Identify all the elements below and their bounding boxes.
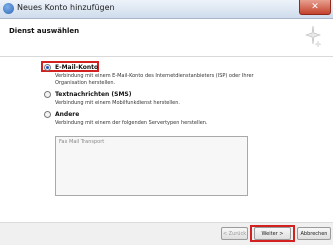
outlook-app-icon [3,3,14,14]
radio-other[interactable] [44,111,51,118]
wizard-content: E-Mail-Konto Verbindung mit einem E-Mail… [0,57,333,222]
window-title: Neues Konto hinzufügen [17,3,115,12]
next-button[interactable]: Weiter > [254,227,291,240]
add-account-dialog: Neues Konto hinzufügen ✕ Dienst auswähle… [0,0,333,245]
back-button[interactable]: < Zurück [221,227,248,240]
option-other-label: Andere [55,111,80,118]
radio-sms[interactable] [44,91,51,98]
option-sms-label: Textnachrichten (SMS) [55,91,132,98]
server-type-list[interactable]: Fax Mail Transport [55,136,248,196]
option-email-label: E-Mail-Konto [55,64,99,71]
option-sms-description: Verbindung mit einem Mobilfunkdienst her… [55,100,180,106]
sparkle-icon [305,25,322,48]
wizard-footer: < Zurück Weiter > Abbrechen [0,222,333,245]
title-bar: Neues Konto hinzufügen ✕ [0,0,333,19]
option-other-description: Verbindung mit einem der folgenden Serve… [55,120,208,126]
option-other[interactable]: Andere Verbindung mit einem der folgende… [44,111,275,127]
option-sms[interactable]: Textnachrichten (SMS) Verbindung mit ein… [44,91,275,107]
option-email-account[interactable]: E-Mail-Konto Verbindung mit einem E-Mail… [44,64,275,87]
close-button[interactable]: ✕ [299,0,331,15]
option-email-description: Verbindung mit einem E-Mail-Konto des In… [55,73,254,86]
cancel-button[interactable]: Abbrechen [297,227,331,240]
wizard-header: Dienst auswählen [0,19,333,57]
radio-email-account[interactable] [44,64,51,71]
page-title: Dienst auswählen [9,27,80,35]
list-item[interactable]: Fax Mail Transport [56,137,247,147]
